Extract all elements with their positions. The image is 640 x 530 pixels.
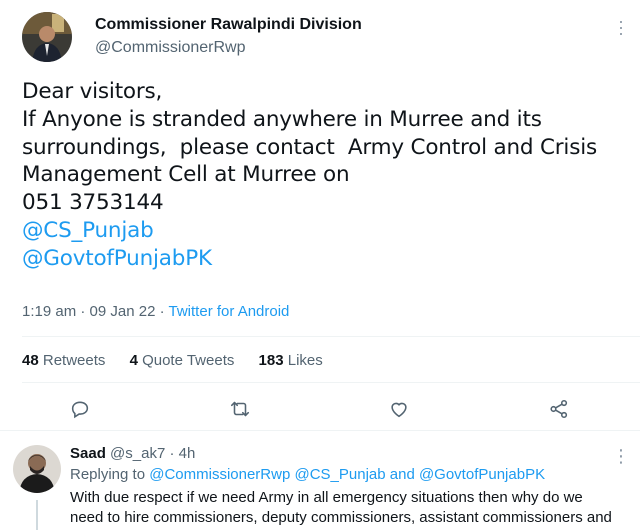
tweet-line: Dear visitors, [22, 79, 163, 104]
tweet-line: 051 3753144 [22, 190, 164, 216]
reply-author-handle[interactable]: @s_ak7 [110, 445, 165, 462]
tweet-meta: 1:19 am · 09 Jan 22 · Twitter for Androi… [22, 303, 290, 320]
divider [22, 336, 640, 337]
replying-to: Replying to @CommissionerRwp @CS_Punjab … [70, 466, 546, 483]
tweet-line: surroundings, please contact Army Contro… [22, 134, 597, 160]
tweet-date[interactable]: 09 Jan 22 [90, 303, 156, 320]
author-name[interactable]: Commissioner Rawalpindi Division [95, 16, 362, 34]
divider [0, 430, 640, 431]
tweet-text: Dear visitors, If Anyone is stranded any… [22, 78, 622, 273]
tweet-time[interactable]: 1:19 am [22, 303, 76, 320]
like-icon[interactable] [388, 398, 410, 420]
thread-line [36, 500, 38, 530]
mention-link[interactable]: @GovtofPunjabPK [22, 245, 622, 273]
more-options-icon[interactable]: · · · [618, 12, 624, 42]
mention-link[interactable]: @CS_Punjab [22, 217, 622, 245]
retweets-stat[interactable]: 48 Retweets [22, 352, 105, 369]
reply-avatar[interactable] [13, 445, 61, 493]
reply-line: need to hire commissioners, deputy commi… [70, 509, 612, 526]
reply-line: With due respect if we need Army in all … [70, 489, 583, 506]
tweet-actions [0, 395, 640, 425]
tweet-line: Management Cell at Murree on [22, 162, 350, 188]
reply-header: Saad @s_ak7 · 4h [70, 445, 196, 462]
reply-time[interactable]: 4h [179, 445, 196, 462]
reply-author-name[interactable]: Saad [70, 445, 106, 462]
reply-text: With due respect if we need Army in all … [70, 488, 635, 528]
reply-icon[interactable] [69, 398, 91, 420]
reply-more-options-icon[interactable]: ⋮ [612, 446, 630, 467]
tweet-line: If Anyone is stranded anywhere in Murree… [22, 106, 542, 132]
author-handle[interactable]: @CommissionerRwp [95, 39, 246, 57]
retweet-icon[interactable] [229, 398, 251, 420]
replying-to-mentions[interactable]: @CommissionerRwp @CS_Punjab and @GovtofP… [149, 466, 545, 483]
tweet-source[interactable]: Twitter for Android [169, 303, 290, 320]
quote-tweets-stat[interactable]: 4 Quote Tweets [130, 352, 235, 369]
tweet-stats: 48 Retweets 4 Quote Tweets 183 Likes [22, 352, 343, 369]
divider [22, 382, 640, 383]
likes-stat[interactable]: 183 Likes [259, 352, 323, 369]
author-avatar[interactable] [22, 12, 72, 62]
share-icon[interactable] [548, 398, 570, 420]
